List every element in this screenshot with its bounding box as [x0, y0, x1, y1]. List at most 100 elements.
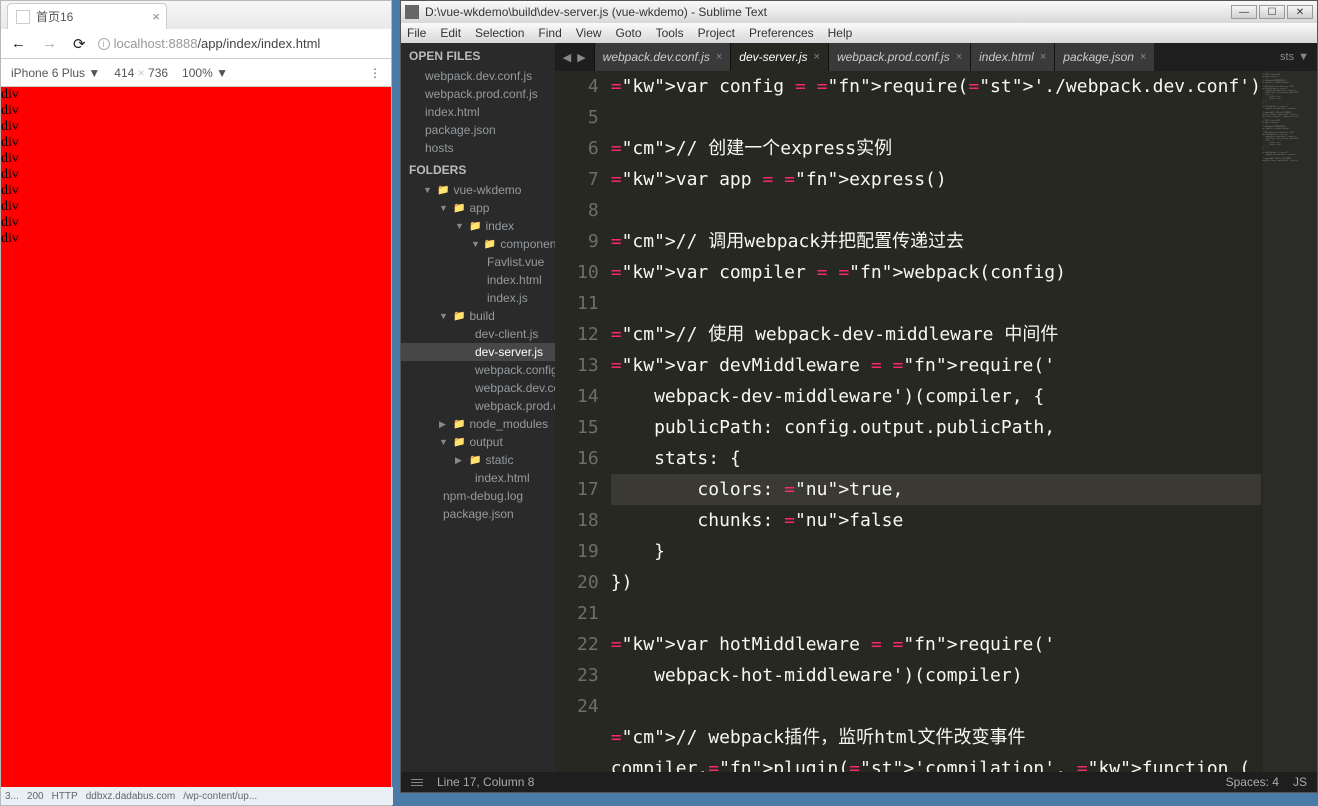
hamburger-icon[interactable]	[411, 779, 423, 786]
url-port: :8888	[165, 36, 198, 51]
close-tab-icon[interactable]: ×	[716, 51, 722, 63]
status-lang[interactable]: JS	[1293, 775, 1307, 789]
viewport-width[interactable]: 414	[114, 66, 134, 80]
page-viewport: divdivdivdivdivdivdivdivdivdiv	[1, 87, 391, 787]
page-text: div	[1, 231, 391, 247]
folder-index[interactable]: ▼📁index	[401, 217, 555, 235]
menu-find[interactable]: Find	[538, 26, 561, 40]
page-text: div	[1, 103, 391, 119]
address-bar[interactable]: i localhost:8888/app/index/index.html	[98, 36, 385, 51]
menu-goto[interactable]: Goto	[616, 26, 642, 40]
file-webpack-prod[interactable]: webpack.prod.conf.js	[401, 397, 555, 415]
forward-icon[interactable]: →	[38, 35, 61, 52]
file-index-js[interactable]: index.js	[401, 289, 555, 307]
tab-dropdown-icon[interactable]: ▼	[1298, 51, 1309, 63]
app-icon	[405, 5, 419, 19]
editor-tab[interactable]: webpack.prod.conf.js×	[828, 43, 970, 71]
gutter: 456789101112131415161718192021222324	[555, 71, 611, 772]
open-file[interactable]: hosts	[401, 139, 555, 157]
close-button[interactable]: ✕	[1287, 5, 1313, 19]
page-text: div	[1, 119, 391, 135]
page-text: div	[1, 167, 391, 183]
chrome-tabstrip: 首页16 ×	[1, 1, 391, 29]
editor-tab[interactable]: dev-server.js×	[730, 43, 828, 71]
folder-app[interactable]: ▼📁app	[401, 199, 555, 217]
file-webpack-config[interactable]: webpack.config.js	[401, 361, 555, 379]
status-position: Line 17, Column 8	[437, 775, 534, 789]
menu-project[interactable]: Project	[698, 26, 735, 40]
devtools-more-icon[interactable]: ⋮	[369, 66, 381, 80]
file-index-html[interactable]: index.html	[401, 271, 555, 289]
page-favicon-icon	[16, 10, 30, 24]
editor: ◀ ▶ webpack.dev.conf.js×dev-server.js×web…	[555, 43, 1317, 772]
status-strip: 3... 200 HTTP ddbxz.dadabus.com /wp-cont…	[1, 787, 393, 805]
chrome-tab-title: 首页16	[36, 8, 73, 25]
code-area[interactable]: 456789101112131415161718192021222324 ="k…	[555, 71, 1317, 772]
close-tab-icon[interactable]: ×	[1140, 51, 1146, 63]
page-text: div	[1, 151, 391, 167]
page-text: div	[1, 87, 391, 103]
status-spaces[interactable]: Spaces: 4	[1226, 775, 1279, 789]
close-tab-icon[interactable]: ×	[814, 51, 820, 63]
folder-static[interactable]: ▶📁static	[401, 451, 555, 469]
zoom-select[interactable]: 100% ▼	[182, 66, 228, 80]
url-path: /app/index/index.html	[197, 36, 320, 51]
close-tab-icon[interactable]: ×	[152, 9, 160, 24]
back-icon[interactable]: ←	[7, 35, 30, 52]
title-bar[interactable]: D:\vue-wkdemo\build\dev-server.js (vue-w…	[401, 1, 1317, 23]
folder-output[interactable]: ▼📁output	[401, 433, 555, 451]
file-npm-debug[interactable]: npm-debug.log	[401, 487, 555, 505]
file-dev-server[interactable]: dev-server.js	[401, 343, 555, 361]
sublime-window: D:\vue-wkdemo\build\dev-server.js (vue-w…	[400, 0, 1318, 793]
file-webpack-dev[interactable]: webpack.dev.conf.js	[401, 379, 555, 397]
folder-components[interactable]: ▼📁components	[401, 235, 555, 253]
open-file[interactable]: index.html	[401, 103, 555, 121]
page-text: div	[1, 183, 391, 199]
file-dev-client[interactable]: dev-client.js	[401, 325, 555, 343]
open-file[interactable]: package.json	[401, 121, 555, 139]
close-tab-icon[interactable]: ×	[1040, 51, 1046, 63]
close-tab-icon[interactable]: ×	[956, 51, 962, 63]
menu-selection[interactable]: Selection	[475, 26, 524, 40]
minimap[interactable]: var config = require('./webpack.dev.conf…	[1261, 71, 1317, 772]
tab-next-icon[interactable]: ▶	[577, 51, 585, 64]
editor-tab[interactable]: webpack.dev.conf.js×	[594, 43, 731, 71]
open-files-header: OPEN FILES	[401, 43, 555, 67]
menu-view[interactable]: View	[576, 26, 602, 40]
folder-build[interactable]: ▼📁build	[401, 307, 555, 325]
devtools-device-bar: iPhone 6 Plus ▼ 414 × 736 100% ▼ ⋮	[1, 59, 391, 87]
file-favlist[interactable]: Favlist.vue	[401, 253, 555, 271]
file-package-json[interactable]: package.json	[401, 505, 555, 523]
tab-overflow-label[interactable]: sts	[1280, 51, 1294, 63]
sidebar[interactable]: OPEN FILES webpack.dev.conf.jswebpack.pr…	[401, 43, 555, 772]
open-file[interactable]: webpack.dev.conf.js	[401, 67, 555, 85]
viewport-height[interactable]: 736	[148, 66, 168, 80]
folder-node-modules[interactable]: ▶📁node_modules	[401, 415, 555, 433]
maximize-button[interactable]: ☐	[1259, 5, 1285, 19]
info-icon[interactable]: i	[98, 38, 110, 50]
url-host: localhost	[114, 36, 165, 51]
status-bar: Line 17, Column 8 Spaces: 4 JS	[401, 772, 1317, 792]
chrome-window: 首页16 × ← → ⟳ i localhost:8888/app/index/…	[0, 0, 392, 806]
file-output-index[interactable]: index.html	[401, 469, 555, 487]
reload-icon[interactable]: ⟳	[69, 35, 90, 53]
code[interactable]: ="kw">var config = ="fn">require(="st">'…	[611, 71, 1261, 772]
window-title: D:\vue-wkdemo\build\dev-server.js (vue-w…	[425, 5, 1231, 19]
editor-tab[interactable]: package.json×	[1054, 43, 1154, 71]
folders-header: FOLDERS	[401, 157, 555, 181]
chrome-toolbar: ← → ⟳ i localhost:8888/app/index/index.h…	[1, 29, 391, 59]
device-select[interactable]: iPhone 6 Plus ▼	[11, 66, 100, 80]
menu-tools[interactable]: Tools	[656, 26, 684, 40]
page-text: div	[1, 199, 391, 215]
minimize-button[interactable]: —	[1231, 5, 1257, 19]
menu-file[interactable]: File	[407, 26, 426, 40]
chrome-tab[interactable]: 首页16 ×	[7, 3, 167, 29]
page-text: div	[1, 215, 391, 231]
tab-prev-icon[interactable]: ◀	[563, 51, 571, 64]
menu-help[interactable]: Help	[828, 26, 853, 40]
editor-tab[interactable]: index.html×	[970, 43, 1054, 71]
menu-edit[interactable]: Edit	[440, 26, 461, 40]
open-file[interactable]: webpack.prod.conf.js	[401, 85, 555, 103]
menu-preferences[interactable]: Preferences	[749, 26, 814, 40]
folder-root[interactable]: ▼📁vue-wkdemo	[401, 181, 555, 199]
